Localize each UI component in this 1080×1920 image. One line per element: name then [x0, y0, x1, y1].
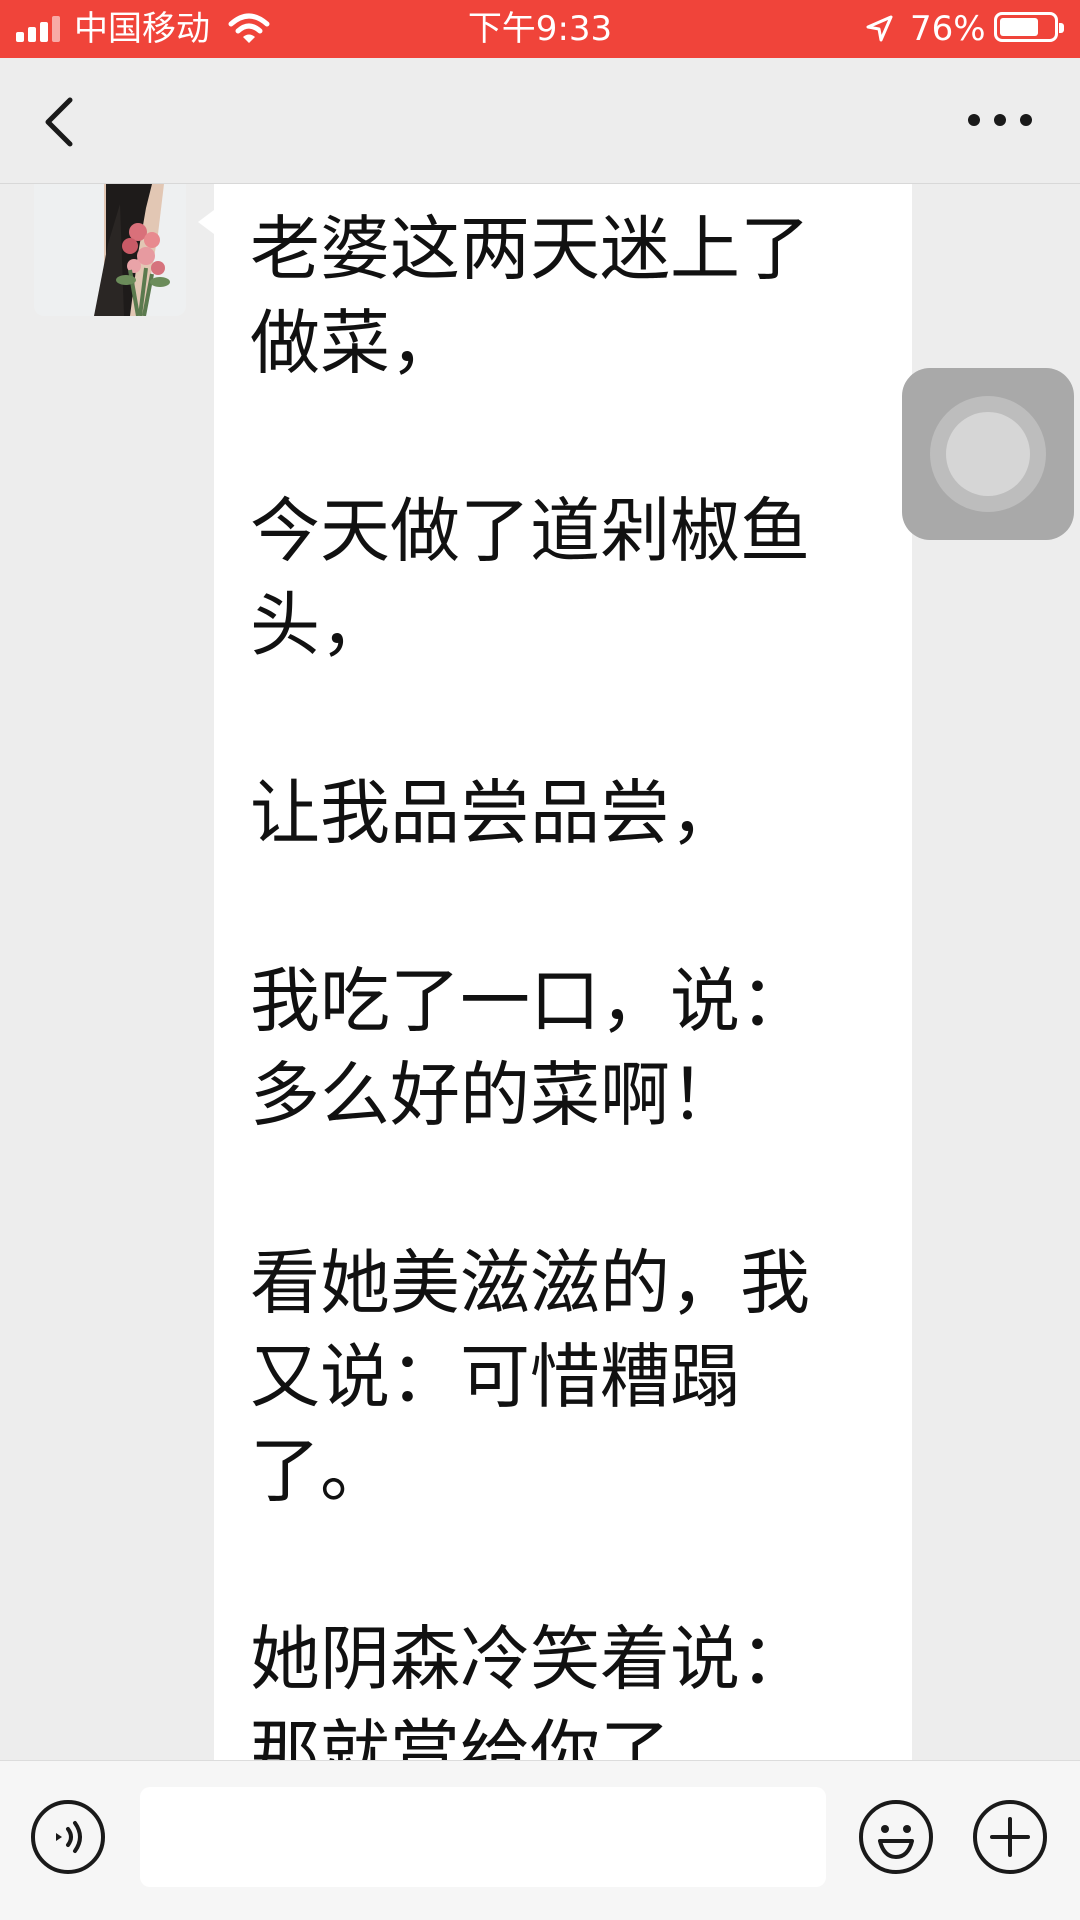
battery-percent: 76%: [910, 9, 986, 49]
back-chevron-icon[interactable]: [36, 94, 86, 150]
bubble-tail: [198, 210, 214, 234]
more-dots-icon[interactable]: [966, 110, 1034, 130]
battery-icon: [994, 12, 1064, 42]
voice-icon[interactable]: [30, 1799, 106, 1875]
avatar[interactable]: [34, 184, 186, 316]
location-arrow-icon: [866, 15, 893, 42]
message-bubble[interactable]: 老婆这两天迷上了做菜， 今天做了道剁椒鱼头， 让我品尝品尝， 我吃了一口，说：多…: [214, 184, 912, 1760]
message-paragraph: 她阴森冷笑着说：那就赏给你了: [250, 1618, 810, 1760]
status-bar: 中国移动 下午9:33 76%: [0, 0, 1080, 58]
message-paragraph: 让我品尝品尝，: [250, 772, 740, 854]
emoji-icon[interactable]: [858, 1799, 934, 1875]
message-input[interactable]: [140, 1787, 826, 1887]
message-paragraph: 今天做了道剁椒鱼头，: [250, 490, 810, 666]
plus-icon[interactable]: [972, 1799, 1048, 1875]
message-paragraph: 我吃了一口，说：多么好的菜啊！: [250, 960, 810, 1136]
message-paragraph: 看她美滋滋的，我又说：可惜糟蹋了。: [250, 1242, 810, 1512]
message-paragraph: 老婆这两天迷上了做菜，: [250, 208, 810, 384]
assistive-touch-button[interactable]: [902, 368, 1074, 540]
nav-bar: [0, 58, 1080, 184]
input-bar: [0, 1760, 1080, 1920]
